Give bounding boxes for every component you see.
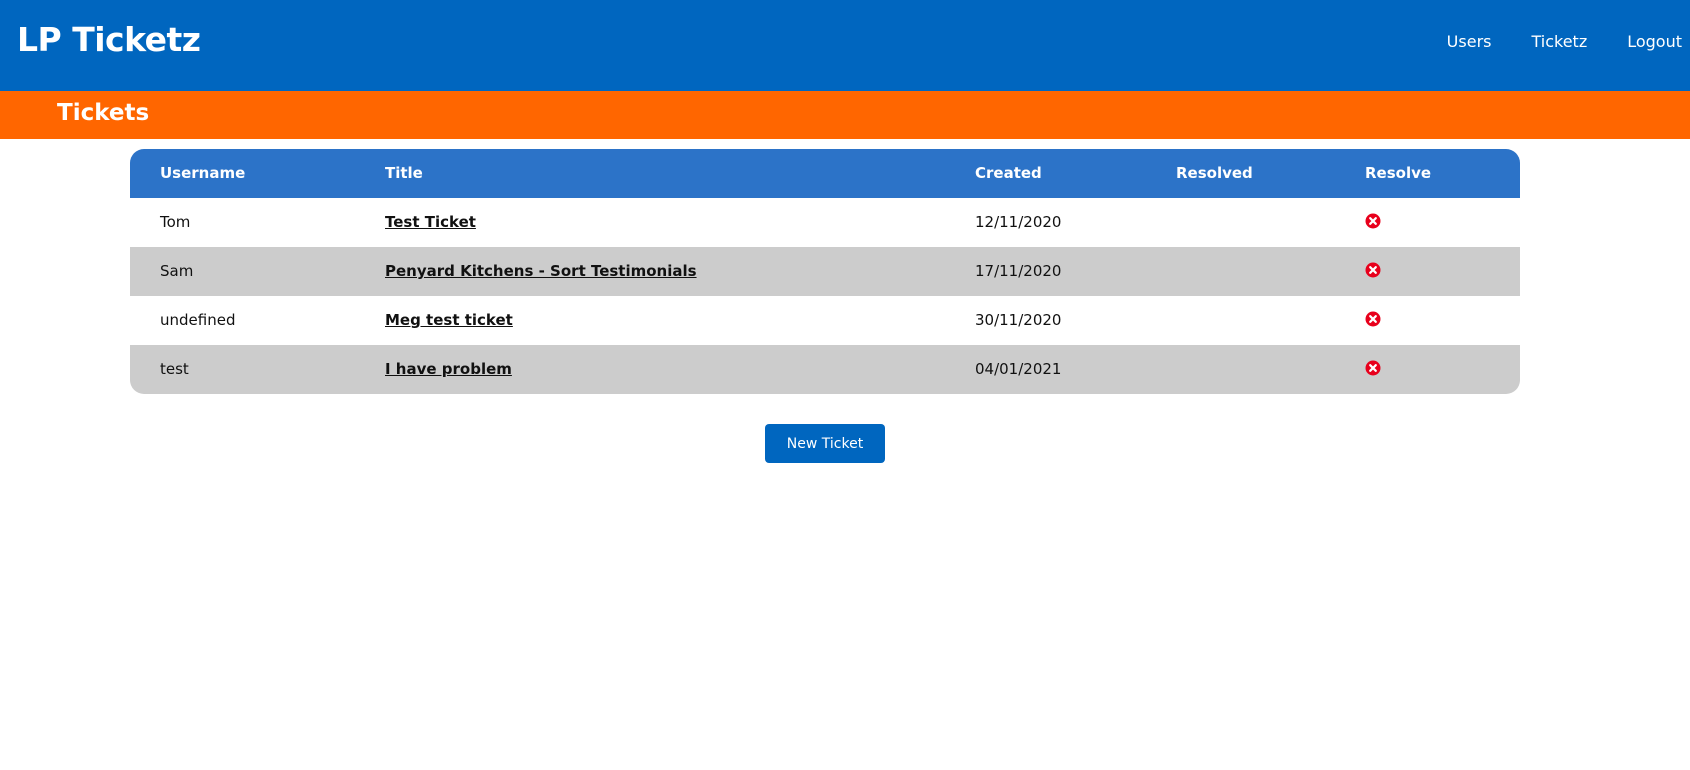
cell-title: Test Ticket (385, 198, 476, 247)
table-row: test I have problem 04/01/2021 (130, 345, 1520, 394)
cell-username: undefined (160, 311, 236, 329)
close-circle-icon[interactable] (1365, 311, 1381, 327)
nav-link-logout[interactable]: Logout (1627, 32, 1682, 51)
cell-created: 30/11/2020 (975, 311, 1062, 329)
nav-link-users[interactable]: Users (1447, 32, 1492, 51)
ticket-title-link[interactable]: Penyard Kitchens - Sort Testimonials (385, 262, 697, 280)
page-title: Tickets (57, 100, 150, 126)
cell-username: test (160, 360, 189, 378)
new-ticket-button[interactable]: New Ticket (765, 424, 885, 463)
tickets-table: Username Title Created Resolved Resolve … (130, 149, 1520, 394)
table-row: Tom Test Ticket 12/11/2020 (130, 198, 1520, 247)
close-circle-icon[interactable] (1365, 213, 1381, 229)
cell-title: Meg test ticket (385, 296, 513, 345)
column-header-resolved: Resolved (1176, 164, 1253, 182)
cell-resolve (1365, 198, 1381, 247)
page-subheader: Tickets (0, 91, 1690, 139)
top-navbar: LP Ticketz Users Ticketz Logout (0, 0, 1690, 91)
close-circle-icon[interactable] (1365, 262, 1381, 278)
column-header-username: Username (160, 164, 246, 182)
ticket-title-link[interactable]: I have problem (385, 360, 512, 378)
ticket-title-link[interactable]: Meg test ticket (385, 311, 513, 329)
column-header-title: Title (385, 164, 423, 182)
cell-created: 12/11/2020 (975, 213, 1062, 231)
column-header-resolve: Resolve (1365, 164, 1432, 182)
table-header-row: Username Title Created Resolved Resolve (130, 149, 1520, 198)
brand-logo[interactable]: LP Ticketz (17, 20, 201, 59)
cell-username: Tom (160, 213, 191, 231)
ticket-title-link[interactable]: Test Ticket (385, 213, 476, 231)
table-row: Sam Penyard Kitchens - Sort Testimonials… (130, 247, 1520, 296)
cell-title: Penyard Kitchens - Sort Testimonials (385, 247, 697, 296)
column-header-created: Created (975, 164, 1042, 182)
cell-resolve (1365, 345, 1381, 394)
cell-resolve (1365, 247, 1381, 296)
cell-title: I have problem (385, 345, 512, 394)
cell-username: Sam (160, 262, 194, 280)
cell-created: 04/01/2021 (975, 360, 1062, 378)
cell-created: 17/11/2020 (975, 262, 1062, 280)
close-circle-icon[interactable] (1365, 360, 1381, 376)
table-row: undefined Meg test ticket 30/11/2020 (130, 296, 1520, 345)
cell-resolve (1365, 296, 1381, 345)
nav-link-ticketz[interactable]: Ticketz (1531, 32, 1587, 51)
nav-links: Users Ticketz Logout (1407, 32, 1682, 51)
